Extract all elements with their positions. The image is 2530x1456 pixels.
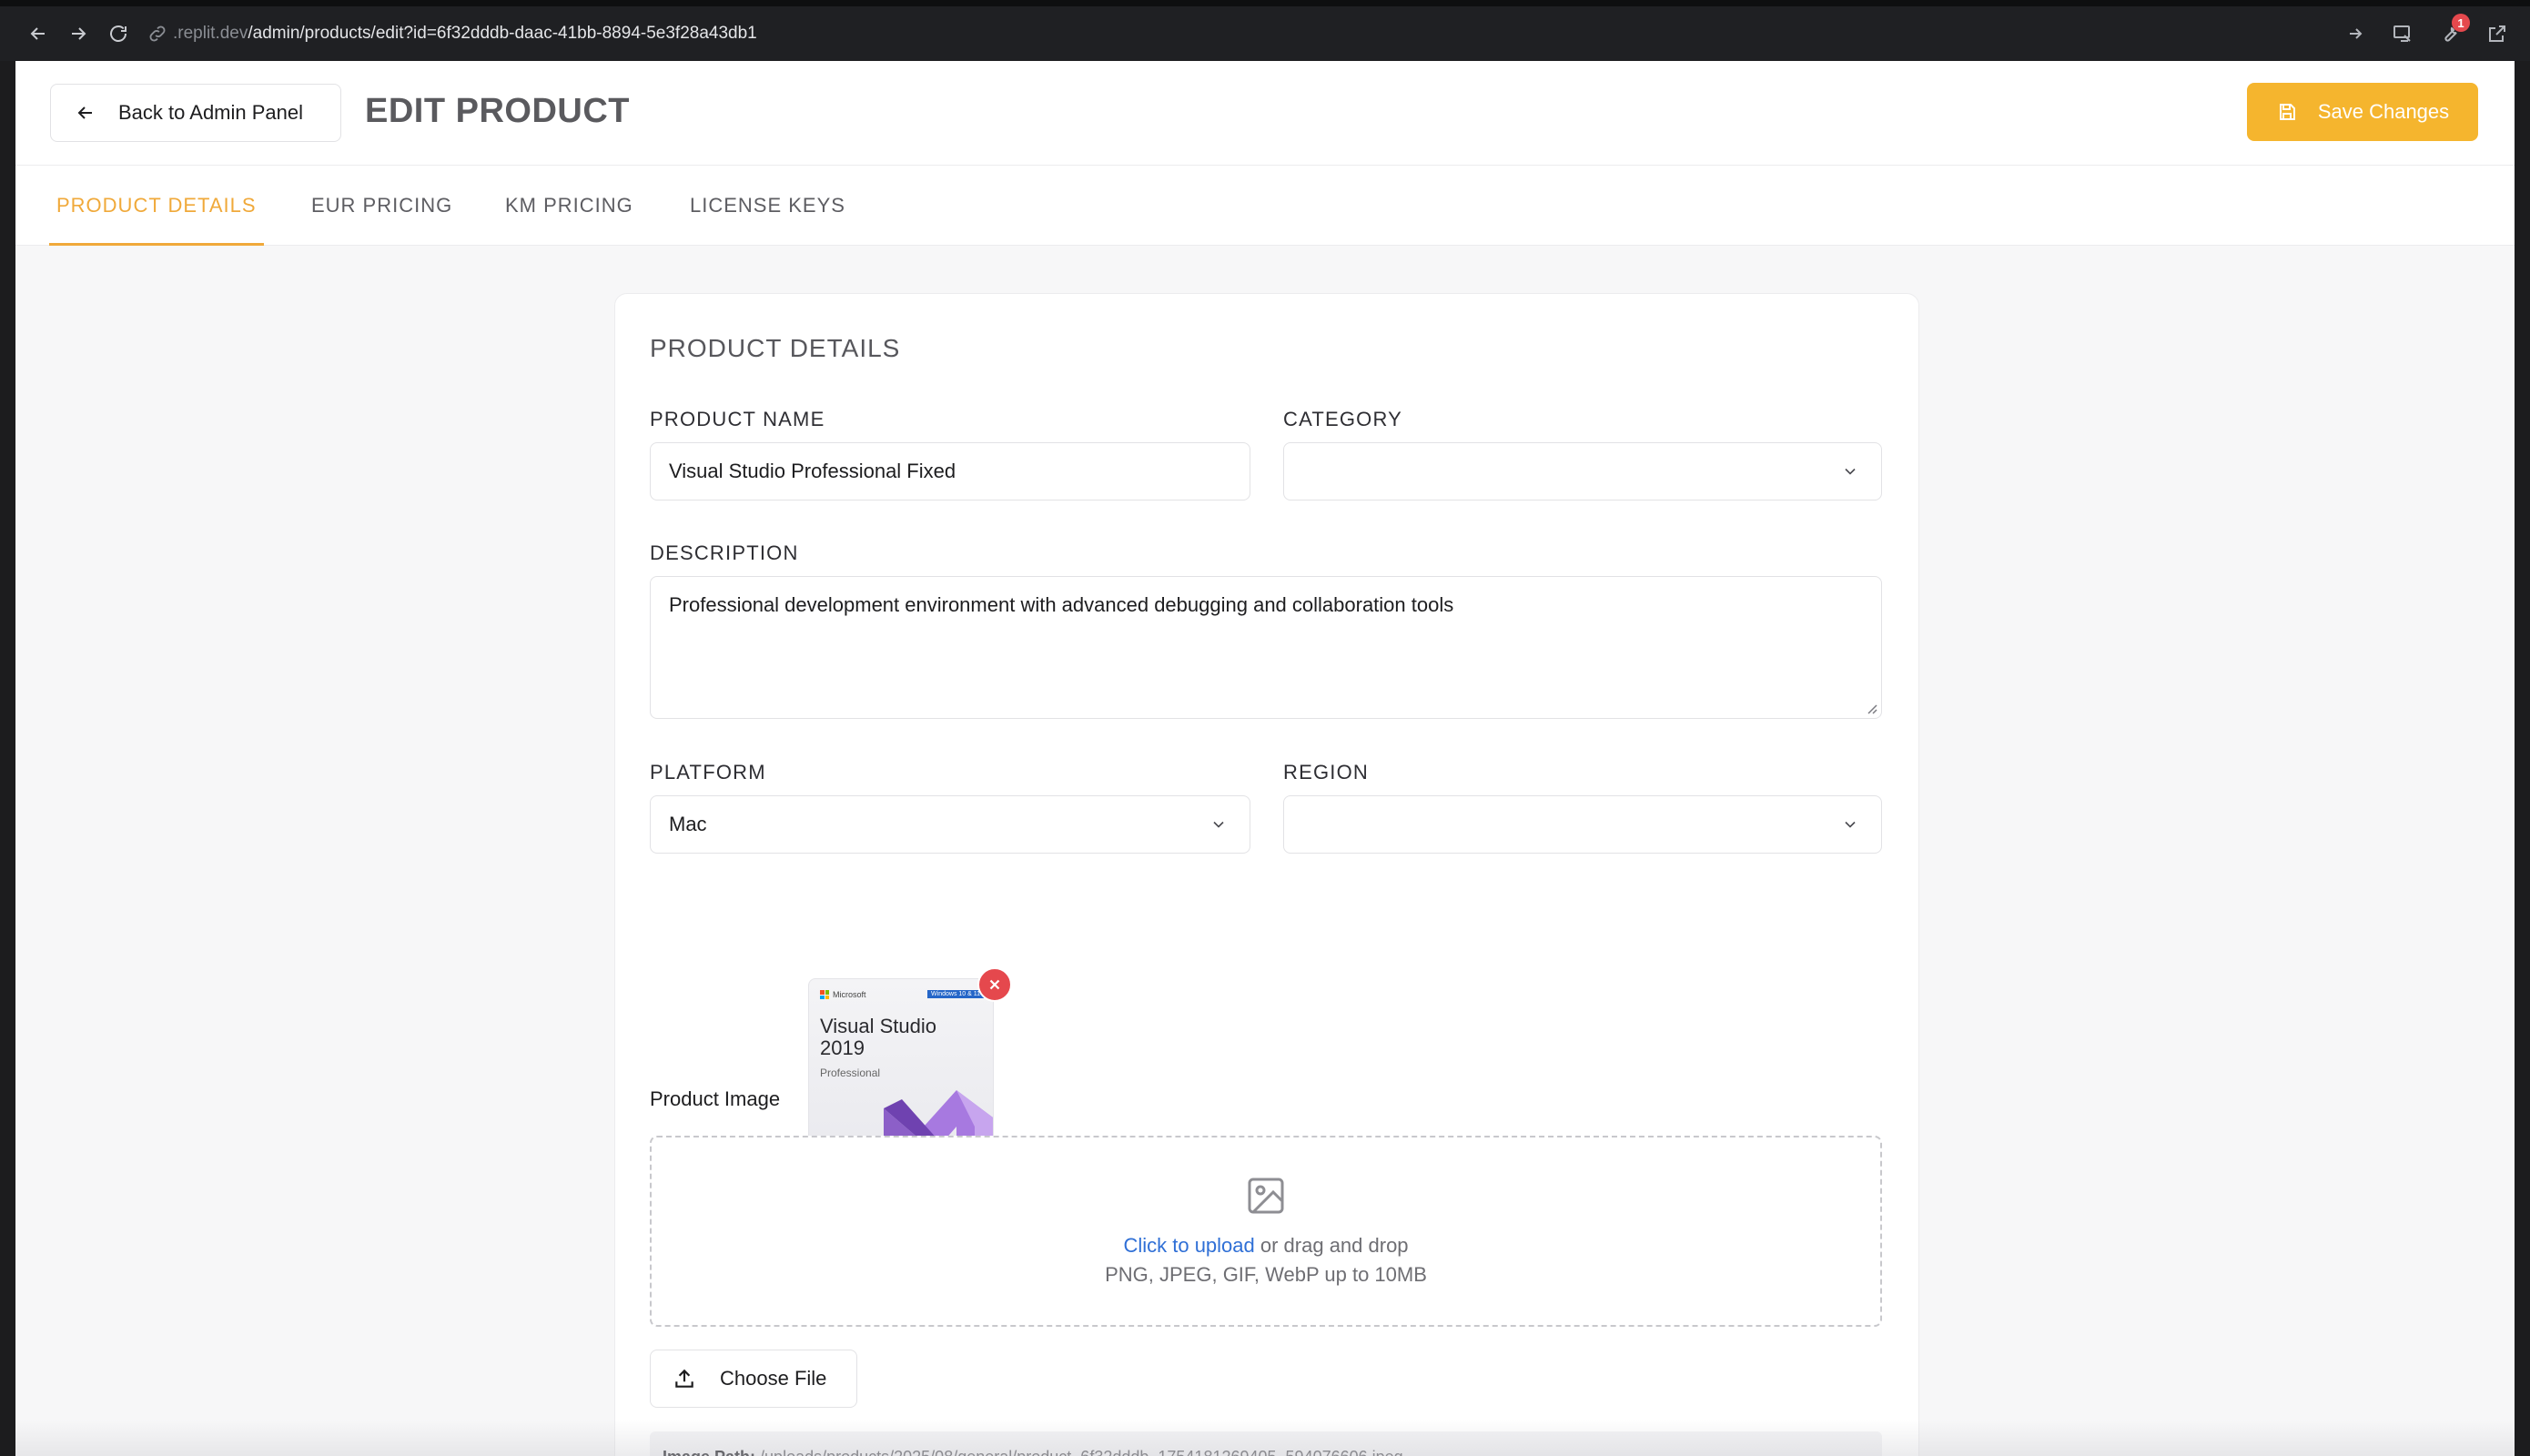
- image-path-display: Image Path: /uploads/products/2025/08/ge…: [650, 1431, 1882, 1456]
- box-title: Visual Studio 2019: [820, 1015, 937, 1059]
- arrow-right-icon[interactable]: [2344, 23, 2366, 45]
- section-title: PRODUCT DETAILS: [650, 334, 901, 362]
- upload-hint: PNG, JPEG, GIF, WebP up to 10MB: [1105, 1263, 1427, 1286]
- product-image-label: Product Image: [650, 1087, 781, 1110]
- extensions-button[interactable]: 1: [2439, 14, 2470, 45]
- devtools-icon[interactable]: [2392, 23, 2414, 45]
- choose-file-label: Choose File: [720, 1367, 827, 1390]
- platform-value: Mac: [669, 813, 707, 835]
- url-path: /admin/products/edit?id=6f32dddb-daac-41…: [248, 24, 757, 43]
- description-textarea[interactable]: Professional development environment wit…: [650, 576, 1882, 719]
- browser-reload-icon[interactable]: [98, 14, 138, 54]
- tab-bar: PRODUCT DETAILS EUR PRICING KM PRICING L…: [15, 166, 2515, 246]
- browser-back-icon[interactable]: [18, 14, 58, 54]
- tab-eur-pricing[interactable]: EUR PRICING: [311, 166, 452, 246]
- arrow-left-icon: [77, 106, 92, 119]
- upload-instructions: Click to upload or drag and drop: [1123, 1234, 1409, 1257]
- region-select[interactable]: [1283, 795, 1882, 854]
- page-header: Back to Admin Panel EDIT PRODUCT Save Ch…: [15, 61, 2515, 166]
- tab-license-keys[interactable]: LICENSE KEYS: [690, 166, 845, 246]
- address-bar[interactable]: .replit.dev/admin/products/edit?id=6f32d…: [147, 24, 757, 44]
- app-viewport: Back to Admin Panel EDIT PRODUCT Save Ch…: [15, 61, 2515, 1456]
- image-dropzone[interactable]: Click to upload or drag and drop PNG, JP…: [650, 1136, 1882, 1327]
- upload-icon: [675, 1369, 693, 1388]
- save-changes-button[interactable]: Save Changes: [2247, 83, 2478, 141]
- notification-badge: 1: [2452, 14, 2470, 32]
- save-button-label: Save Changes: [2317, 100, 2450, 123]
- product-name-label: PRODUCT NAME: [650, 408, 825, 430]
- save-icon: [2279, 104, 2295, 120]
- url-domain: .replit.dev: [173, 24, 248, 43]
- platform-label: PLATFORM: [650, 761, 766, 784]
- resize-handle-icon[interactable]: [1865, 702, 1877, 714]
- tab-km-pricing[interactable]: KM PRICING: [505, 166, 633, 246]
- close-icon: [989, 979, 1000, 990]
- category-select[interactable]: [1283, 442, 1882, 500]
- platform-select[interactable]: Mac: [650, 795, 1250, 854]
- chevron-down-icon: [1845, 468, 1856, 475]
- description-label: DESCRIPTION: [650, 541, 799, 564]
- product-details-card: PRODUCT DETAILS PRODUCT NAME Visual Stud…: [614, 293, 1919, 1456]
- remove-image-button[interactable]: [977, 967, 1012, 1002]
- page-title: EDIT PRODUCT: [365, 92, 630, 130]
- tab-product-details[interactable]: PRODUCT DETAILS: [49, 166, 264, 246]
- image-path-value: /uploads/products/2025/08/general/produc…: [760, 1448, 1403, 1456]
- chevron-down-icon: [1213, 821, 1224, 828]
- browser-toolbar: .replit.dev/admin/products/edit?id=6f32d…: [0, 0, 2530, 61]
- image-icon: [1248, 1178, 1284, 1214]
- back-to-admin-button[interactable]: Back to Admin Panel: [50, 84, 341, 142]
- product-name-input[interactable]: Visual Studio Professional Fixed: [650, 442, 1250, 500]
- click-to-upload-link[interactable]: Click to upload: [1123, 1234, 1254, 1257]
- microsoft-logo: Microsoft: [820, 990, 866, 999]
- category-label: CATEGORY: [1283, 408, 1403, 430]
- choose-file-button[interactable]: Choose File: [650, 1350, 857, 1408]
- open-external-icon[interactable]: [2486, 23, 2508, 45]
- chevron-down-icon: [1845, 821, 1856, 828]
- image-path-label: Image Path:: [663, 1448, 755, 1456]
- region-label: REGION: [1283, 761, 1369, 784]
- link-icon: [149, 25, 166, 42]
- windows-badge: Windows 10 & 11: [927, 990, 984, 998]
- description-value: Professional development environment wit…: [669, 593, 1454, 616]
- product-name-value: Visual Studio Professional Fixed: [669, 460, 956, 482]
- back-button-label: Back to Admin Panel: [118, 101, 304, 124]
- browser-forward-icon[interactable]: [58, 14, 98, 54]
